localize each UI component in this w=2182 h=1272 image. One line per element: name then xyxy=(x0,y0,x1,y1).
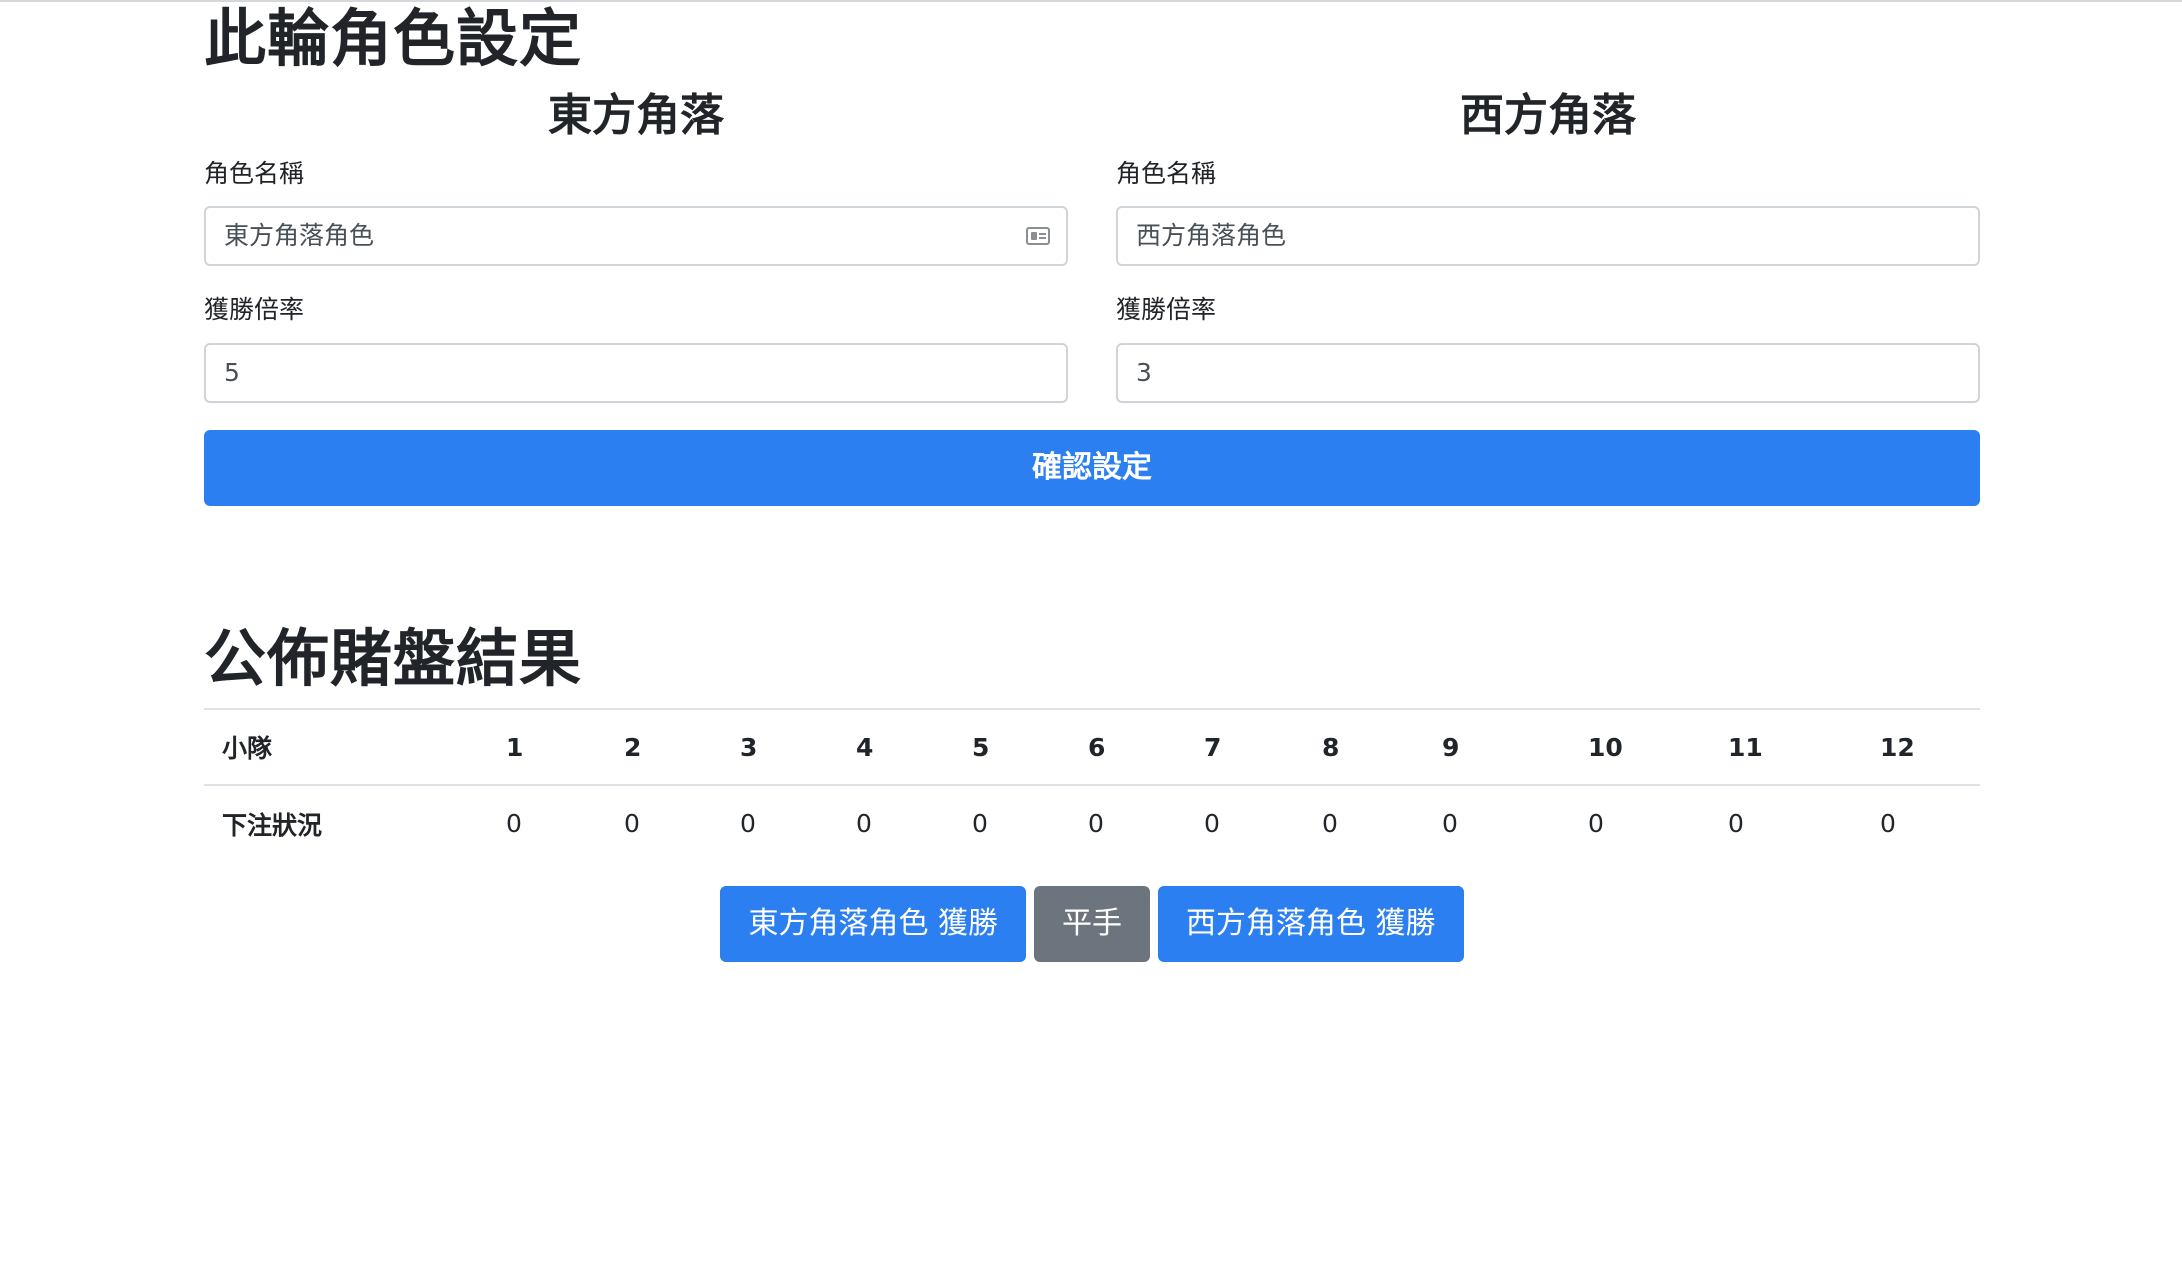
west-odds-input[interactable]: 3 xyxy=(1116,343,1980,403)
team-header-cell: 10 xyxy=(1588,708,1728,786)
settings-title: 此輪角色設定 xyxy=(204,2,583,75)
west-name-label: 角色名稱 xyxy=(1116,159,1217,188)
result-buttons-group: 東方角落角色 獲勝 平手 西方角落角色 獲勝 xyxy=(204,886,1980,962)
team-header-cell: 12 xyxy=(1880,708,1980,786)
results-title: 公佈賭盤結果 xyxy=(204,622,583,695)
team-header-cell: 5 xyxy=(972,708,1088,786)
bet-cell: 0 xyxy=(1322,809,1338,838)
east-name-label: 角色名稱 xyxy=(204,159,305,188)
bets-table: 小隊 1 2 3 4 5 6 7 8 9 10 11 12 下注狀況 0 0 0… xyxy=(204,708,1980,861)
team-header-cell: 11 xyxy=(1728,708,1880,786)
bet-cell: 0 xyxy=(1204,809,1220,838)
team-header-cell: 9 xyxy=(1442,708,1588,786)
contact-card-icon[interactable] xyxy=(1026,227,1050,245)
bet-cell: 0 xyxy=(624,809,640,838)
west-odds-label: 獲勝倍率 xyxy=(1116,295,1217,324)
west-corner-heading: 西方角落 xyxy=(1460,90,1636,141)
team-header-cell: 8 xyxy=(1322,708,1442,786)
east-odds-label: 獲勝倍率 xyxy=(204,295,305,324)
bet-cell: 0 xyxy=(972,809,988,838)
bet-cell: 0 xyxy=(1588,809,1604,838)
team-header-cell: 6 xyxy=(1088,708,1204,786)
team-header-cell: 1 xyxy=(506,708,624,786)
team-header-cell: 3 xyxy=(740,708,856,786)
bet-cell: 0 xyxy=(1880,809,1896,838)
draw-button[interactable]: 平手 xyxy=(1034,886,1150,962)
west-win-button[interactable]: 西方角落角色 獲勝 xyxy=(1158,886,1464,962)
table-row: 下注狀況 0 0 0 0 0 0 0 0 0 0 0 0 xyxy=(204,785,1980,861)
west-corner-panel: 西方角落 角色名稱 西方角落角色 獲勝倍率 3 xyxy=(1116,84,1980,403)
team-header-cell: 4 xyxy=(856,708,972,786)
bet-cell: 0 xyxy=(856,809,872,838)
team-header-cell: 2 xyxy=(624,708,740,786)
west-odds-value: 3 xyxy=(1136,358,1152,387)
bet-cell: 0 xyxy=(506,809,522,838)
bet-cell: 0 xyxy=(1728,809,1744,838)
east-name-input[interactable]: 東方角落角色 xyxy=(204,206,1068,266)
east-name-value: 東方角落角色 xyxy=(224,221,375,250)
east-odds-input[interactable]: 5 xyxy=(204,343,1068,403)
west-name-value: 西方角落角色 xyxy=(1136,221,1287,250)
team-header-label: 小隊 xyxy=(204,708,506,786)
bet-cell: 0 xyxy=(740,809,756,838)
east-corner-panel: 東方角落 角色名稱 東方角落角色 獲勝倍率 5 xyxy=(204,84,1068,403)
bet-cell: 0 xyxy=(1088,809,1104,838)
bets-row-label: 下注狀況 xyxy=(222,810,323,840)
team-header-cell: 7 xyxy=(1204,708,1322,786)
east-win-button[interactable]: 東方角落角色 獲勝 xyxy=(720,886,1026,962)
confirm-settings-button[interactable]: 確認設定 xyxy=(204,430,1980,506)
east-odds-value: 5 xyxy=(224,358,240,387)
east-corner-heading: 東方角落 xyxy=(548,90,724,141)
west-name-input[interactable]: 西方角落角色 xyxy=(1116,206,1980,266)
bet-cell: 0 xyxy=(1442,809,1458,838)
table-header-row: 小隊 1 2 3 4 5 6 7 8 9 10 11 12 xyxy=(204,708,1980,786)
